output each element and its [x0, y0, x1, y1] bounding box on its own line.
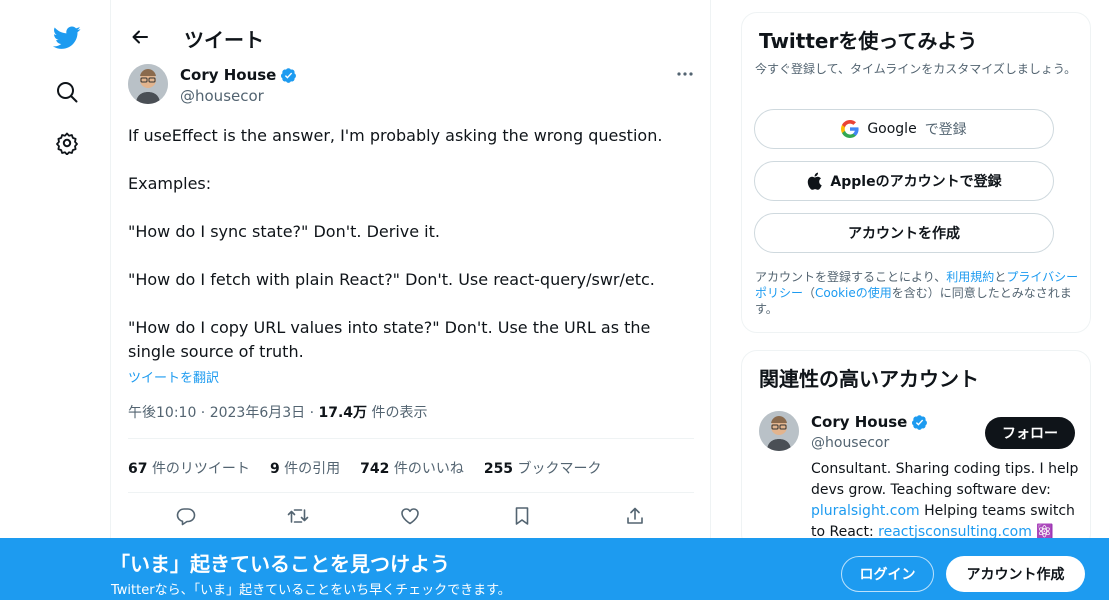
bookmark-count: 255	[483, 461, 514, 477]
banner-title: 「いま」起きていることを見つけよう	[110, 552, 450, 576]
login-prompt-banner: 「いま」起きていることを見つけよう Twitterなら、「いま」起きていることを…	[0, 538, 1109, 600]
legal-prefix: アカウントを登録することにより、	[755, 270, 947, 284]
author-name-row[interactable]: Cory House	[180, 66, 297, 84]
views-count: 17.4万	[318, 405, 368, 421]
tweet-paragraph: "How do I sync state?" Don't. Derive it.	[128, 222, 440, 241]
page-title: ツイート	[184, 28, 264, 52]
author-handle[interactable]: @housecor	[180, 87, 264, 105]
tweet-paragraph: "How do I fetch with plain React?" Don't…	[128, 270, 655, 289]
author-avatar[interactable]	[128, 64, 168, 104]
translate-tweet-link[interactable]: ツイートを翻訳	[128, 367, 219, 386]
apple-signup-button[interactable]: Appleのアカウントで登録	[754, 161, 1054, 201]
back-arrow-icon[interactable]	[125, 22, 155, 52]
tweet-meta: 午後10:10 · 2023年6月3日 · 17.4万 件の表示	[128, 402, 428, 422]
page-header: ツイート	[111, 0, 711, 72]
signup-card-subtitle: 今すぐ登録して、タイムラインをカスタマイズしましょう。	[755, 62, 1077, 76]
related-accounts-card: 関連性の高いアカウント Cory House @housecor フォロー Co…	[741, 350, 1091, 550]
bookmark-label: ブックマーク	[517, 461, 602, 477]
meta-separator: ·	[309, 405, 319, 421]
tweet-paragraph: "How do I copy URL values into state?" D…	[128, 318, 651, 361]
tweet-text: If useEffect is the answer, I'm probably…	[128, 124, 688, 364]
legal-notice: アカウントを登録することにより、利用規約とプライバシーポリシー（Cookieの使…	[755, 269, 1085, 317]
bio-link-pluralsight[interactable]: pluralsight.com	[811, 503, 920, 519]
divider	[128, 492, 694, 493]
quote-count: 9	[269, 461, 280, 477]
more-options-icon[interactable]	[673, 62, 697, 86]
retweet-label: 件のリツイート	[151, 461, 250, 477]
signup-button[interactable]: アカウント作成	[946, 556, 1085, 592]
banner-subtitle: Twitterなら、「いま」起きていることをいち早くチェックできます。	[111, 583, 511, 598]
verified-badge-icon	[911, 414, 928, 431]
legal-and: と	[994, 270, 1007, 284]
apple-signup-label: Appleのアカウントで登録	[830, 174, 1002, 190]
share-icon[interactable]	[623, 504, 647, 528]
quote-label: 件の引用	[284, 461, 341, 477]
legal-paren-open: （	[803, 286, 816, 300]
like-heart-icon[interactable]	[398, 504, 422, 528]
reply-icon[interactable]	[174, 504, 198, 528]
signup-card-title: Twitterを使ってみよう	[759, 29, 978, 53]
divider	[128, 438, 694, 439]
tweet-timestamp[interactable]: 午後10:10 · 2023年6月3日	[128, 405, 305, 421]
author-name[interactable]: Cory House	[180, 66, 276, 84]
retweet-count: 67	[128, 461, 148, 477]
create-account-button[interactable]: アカウントを作成	[754, 213, 1054, 253]
related-avatar[interactable]	[759, 411, 799, 451]
google-suffix: で登録	[924, 122, 967, 138]
retweet-icon[interactable]	[286, 504, 310, 528]
tweet-action-bar	[128, 500, 694, 532]
bookmark-icon[interactable]	[510, 504, 534, 528]
left-nav-rail	[0, 0, 111, 600]
google-logo-icon	[841, 120, 859, 138]
google-label: Google	[867, 121, 917, 137]
tweet-paragraph: If useEffect is the answer, I'm probably…	[128, 126, 663, 145]
cookie-use-link[interactable]: Cookieの使用	[815, 286, 892, 300]
related-bio: Consultant. Sharing coding tips. I help …	[811, 459, 1081, 543]
related-name-row[interactable]: Cory House	[811, 413, 928, 431]
like-label: 件のいいね	[393, 461, 464, 477]
verified-badge-icon	[280, 67, 297, 84]
like-count: 742	[360, 461, 390, 477]
quote-stat[interactable]: 9 件の引用	[270, 458, 340, 478]
views-label: 件の表示	[371, 405, 428, 421]
bookmark-stat[interactable]: 255 ブックマーク	[484, 458, 602, 478]
tweet-page: ツイート Cory House @housecor If useEffect i…	[0, 0, 1109, 600]
google-signup-button[interactable]: Google で登録	[754, 109, 1054, 149]
signup-card: Twitterを使ってみよう 今すぐ登録して、タイムラインをカスタマイズしましょ…	[741, 12, 1091, 333]
tweet-stats: 67 件のリツイート 9 件の引用 742 件のいいね 255 ブックマーク	[128, 458, 602, 478]
like-stat[interactable]: 742 件のいいね	[360, 458, 464, 478]
retweet-stat[interactable]: 67 件のリツイート	[128, 458, 250, 478]
follow-button[interactable]: フォロー	[985, 417, 1075, 449]
related-name[interactable]: Cory House	[811, 413, 907, 431]
login-button[interactable]: ログイン	[841, 556, 934, 592]
apple-logo-icon	[806, 172, 823, 190]
twitter-logo-icon[interactable]	[44, 15, 90, 61]
related-handle[interactable]: @housecor	[811, 435, 889, 451]
terms-link[interactable]: 利用規約	[946, 270, 994, 284]
tweet-detail-column: ツイート Cory House @housecor If useEffect i…	[111, 0, 711, 600]
create-account-label: アカウントを作成	[848, 226, 960, 242]
search-icon[interactable]	[44, 69, 90, 115]
bio-text: Consultant. Sharing coding tips. I help …	[811, 461, 1079, 498]
settings-gear-icon[interactable]	[44, 120, 90, 166]
related-accounts-title: 関連性の高いアカウント	[759, 367, 979, 391]
tweet-paragraph: Examples:	[128, 174, 212, 193]
